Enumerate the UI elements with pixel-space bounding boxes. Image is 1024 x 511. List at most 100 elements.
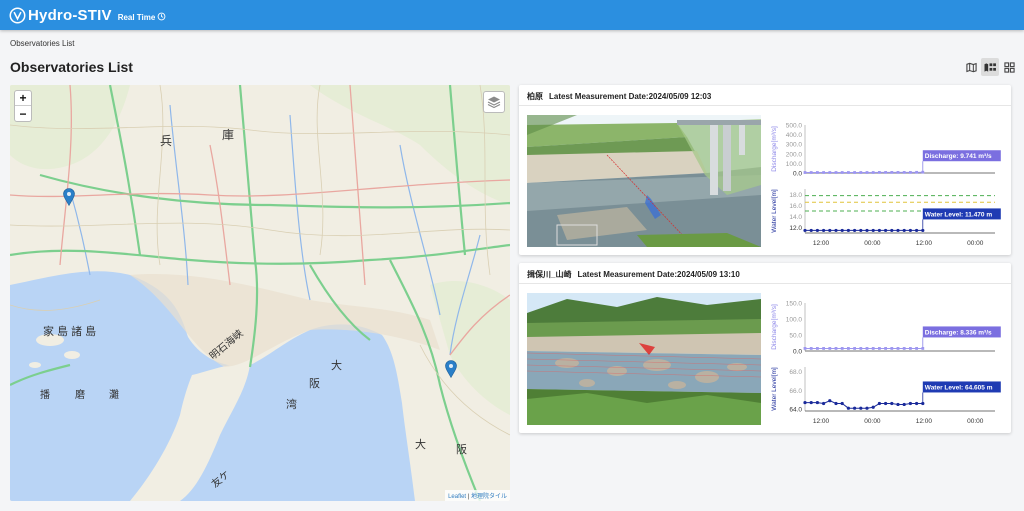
zoom-control: + −	[14, 90, 32, 122]
map-label-1: 兵	[160, 134, 172, 148]
data-point	[846, 228, 850, 233]
map-label-2: 庫	[222, 128, 234, 142]
station-card-yamasaki[interactable]: 揖保川_山崎 Latest Measurement Date:2024/05/09…	[519, 263, 1011, 433]
y-tick-label: 100.0	[786, 161, 803, 168]
station-chart[interactable]: 500.0 400.0 300.0 200.0 100.0 0.0 Discharge[m³…	[769, 115, 1005, 251]
data-point	[815, 400, 819, 405]
map-label-11: 阪	[456, 442, 467, 456]
observatory-map[interactable]: 兵 庫 家 島 諸 島 播 磨 灘 明石海峡 大 阪 湾 阪 大 友ケ + −	[10, 85, 510, 501]
data-point	[816, 171, 819, 174]
data-point	[884, 347, 887, 350]
map-label-6: 灘	[109, 388, 119, 401]
data-point	[902, 171, 906, 174]
data-point	[809, 228, 813, 233]
latest-measurement-date: Latest Measurement Date:2024/05/09 12:03	[549, 92, 712, 101]
leaflet-link[interactable]: Leaflet	[448, 494, 466, 500]
station-marker-yamasaki[interactable]	[445, 360, 457, 378]
app-subtitle: Real Time	[117, 12, 156, 22]
data-point	[822, 347, 825, 350]
data-point	[896, 347, 900, 350]
data-point	[915, 347, 918, 350]
data-point	[884, 171, 887, 174]
map-list-view-button[interactable]	[981, 58, 999, 76]
station-name[interactable]: 揖保川_山崎	[527, 270, 571, 279]
station-camera-image[interactable]	[527, 293, 761, 425]
page-title: Observatories List	[10, 59, 133, 75]
callout-text: Discharge: 8.336 m³/s	[925, 329, 992, 336]
data-point	[865, 171, 869, 174]
y-tick-label: 500.0	[786, 123, 803, 130]
data-point	[878, 171, 881, 174]
y-tick-label: 400.0	[786, 132, 803, 139]
data-point	[803, 171, 807, 174]
data-point	[890, 347, 894, 350]
x-tick-label: 00:00	[967, 240, 984, 247]
map-list-view-icon	[984, 62, 996, 72]
gsi-tiles-link[interactable]: 地理院タイル	[471, 494, 507, 500]
y-tick-label: 0.0	[793, 171, 802, 178]
data-point	[884, 401, 888, 406]
data-point	[822, 401, 826, 406]
data-point	[847, 171, 850, 174]
data-point	[809, 171, 813, 174]
data-point	[803, 400, 807, 405]
data-point	[865, 347, 869, 350]
data-point	[915, 228, 919, 233]
grid-view-icon	[1003, 61, 1015, 73]
y-tick-label: 68.0	[789, 369, 802, 376]
map-label-3: 家 島 諸 島	[43, 324, 96, 338]
data-point	[871, 405, 875, 409]
layers-icon	[487, 96, 501, 109]
data-point	[908, 401, 912, 406]
data-point	[840, 171, 844, 174]
data-point	[890, 228, 894, 233]
data-point	[822, 228, 826, 233]
data-point	[921, 170, 925, 174]
data-point	[909, 347, 912, 350]
data-point	[896, 171, 900, 174]
station-name[interactable]: 柏原	[527, 92, 543, 101]
x-tick-label: 12:00	[813, 240, 830, 247]
station-camera-image[interactable]	[527, 115, 761, 247]
data-point	[909, 171, 912, 174]
data-point	[847, 347, 850, 350]
y-tick-label: 16.0	[789, 203, 802, 210]
app-bar: Hydro-STIV Real Time	[0, 0, 1024, 30]
data-point	[859, 228, 863, 233]
zoom-out-button[interactable]: −	[15, 106, 31, 121]
grid-view-button[interactable]	[1000, 58, 1018, 76]
zoom-in-button[interactable]: +	[15, 91, 31, 106]
data-point	[884, 228, 888, 233]
data-point	[859, 406, 863, 410]
station-card-kashiwara[interactable]: 柏原 Latest Measurement Date:2024/05/09 12:…	[519, 85, 1011, 255]
y-tick-label: 12.0	[789, 225, 802, 232]
y-tick-label: 18.0	[789, 192, 802, 199]
y-axis-label: Water Level[m]	[771, 367, 778, 411]
data-point	[877, 401, 881, 406]
breadcrumb[interactable]: Observatories List	[10, 39, 74, 48]
data-point	[878, 347, 881, 350]
data-point	[853, 228, 857, 233]
y-tick-label: 200.0	[786, 151, 803, 158]
data-point	[871, 228, 875, 233]
data-point	[890, 401, 894, 406]
data-point	[834, 347, 838, 350]
y-tick-label: 0.0	[793, 349, 802, 356]
y-axis-label: Discharge[m³/s]	[771, 126, 778, 172]
water-drop-logo-icon	[9, 7, 26, 23]
data-point	[803, 228, 807, 233]
data-point	[828, 347, 832, 350]
app-logo[interactable]: Hydro-STIV Real Time	[9, 7, 166, 24]
map-view-button[interactable]	[962, 58, 980, 76]
data-point	[902, 402, 906, 407]
data-point	[902, 228, 906, 233]
data-point	[840, 401, 844, 406]
data-point	[859, 171, 863, 174]
station-marker-kashiwara[interactable]	[63, 188, 75, 206]
data-point	[822, 171, 825, 174]
station-chart[interactable]: 150.0 100.0 50.0 0.0 Discharge[m³/s] Discharg…	[769, 293, 1005, 429]
data-point	[915, 401, 919, 406]
data-point	[815, 228, 819, 233]
layers-button[interactable]	[483, 91, 505, 113]
data-point	[853, 171, 856, 174]
